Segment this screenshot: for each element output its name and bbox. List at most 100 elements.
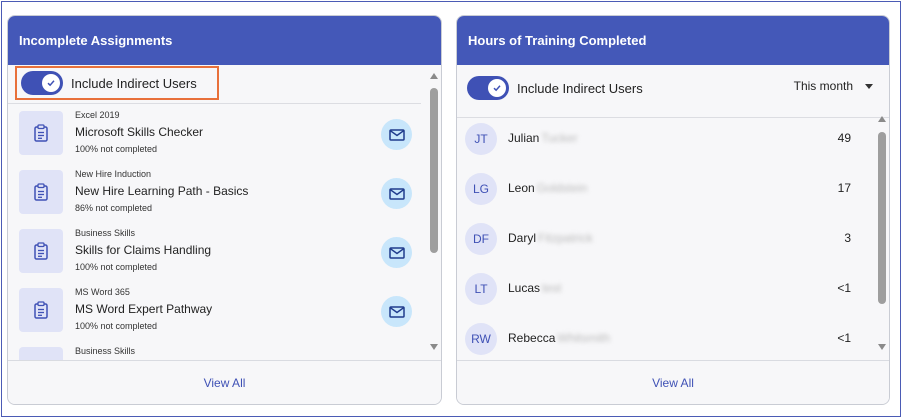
table-row[interactable]: RW Rebecca Whitsmith <1 (457, 320, 872, 365)
clipboard-icon (34, 124, 48, 142)
assignment-icon-tile (19, 347, 63, 361)
user-last-name: Goldstein (536, 181, 588, 195)
send-reminder-button[interactable] (381, 237, 412, 268)
avatar: JT (465, 123, 497, 155)
user-name: Daryl Fitzpatrick (508, 231, 593, 245)
user-name: Julian Tucker (508, 131, 578, 145)
scroll-up-arrow[interactable] (878, 116, 886, 122)
assignment-title: Microsoft Skills Checker (75, 125, 204, 139)
mail-icon (388, 128, 405, 141)
incomplete-assignments-card: Incomplete Assignments Include Indirect … (7, 15, 442, 405)
scrollbar-thumb[interactable] (878, 132, 886, 304)
assignment-list-scrollbar[interactable] (429, 73, 439, 350)
hours-value: 3 (844, 231, 851, 245)
toggle-label: Include Indirect Users (517, 80, 643, 96)
card-footer: View All (457, 360, 889, 404)
avatar: DF (465, 223, 497, 255)
assignment-icon-tile (19, 170, 63, 214)
avatar: RW (465, 323, 497, 355)
user-name: Rebecca Whitsmith (508, 331, 610, 345)
assignment-category: Excel 2019 (75, 110, 120, 120)
table-row[interactable]: LG Leon Goldstein 17 (457, 170, 872, 220)
hours-value: 49 (837, 131, 851, 145)
hours-of-training-card: Hours of Training Completed Include Indi… (456, 15, 890, 405)
hours-value: 17 (837, 181, 851, 195)
toggle-label: Include Indirect Users (71, 75, 197, 91)
mail-icon (388, 305, 405, 318)
list-item[interactable]: Excel 2019 Microsoft Skills Checker 100%… (8, 108, 420, 167)
assignment-category: MS Word 365 (75, 287, 130, 297)
send-reminder-button[interactable] (381, 119, 412, 150)
scroll-down-arrow[interactable] (878, 344, 886, 350)
assignment-title: Skills for Claims Handling (75, 243, 212, 257)
assignment-title: MS Word Expert Pathway (75, 302, 213, 316)
card-title: Hours of Training Completed (468, 33, 647, 48)
list-item[interactable]: Business Skills (8, 344, 420, 361)
assignment-status: 100% not completed (75, 321, 158, 331)
user-first-name: Lucas (508, 281, 541, 295)
mail-icon (388, 187, 405, 200)
include-indirect-users-toggle[interactable] (21, 71, 63, 95)
list-item[interactable]: MS Word 365 MS Word Expert Pathway 100% … (8, 285, 420, 344)
toggle-knob (42, 74, 60, 92)
assignment-icon-tile (19, 288, 63, 332)
table-row[interactable]: DF Daryl Fitzpatrick 3 (457, 220, 872, 270)
clipboard-icon (34, 242, 48, 260)
list-item[interactable]: Business Skills Skills for Claims Handli… (8, 226, 420, 285)
user-last-name: test (542, 281, 562, 295)
include-indirect-users-toggle-row[interactable]: Include Indirect Users (21, 71, 197, 95)
card-header: Incomplete Assignments (8, 16, 441, 65)
assignment-icon-tile (19, 229, 63, 273)
user-first-name: Leon (508, 181, 535, 195)
user-last-name: Whitsmith (557, 331, 611, 345)
avatar: LT (465, 273, 497, 305)
clipboard-icon (34, 301, 48, 319)
highlighted-toggle-box: Include Indirect Users (15, 66, 219, 100)
user-name: Leon Goldstein (508, 181, 587, 195)
scrollbar-thumb[interactable] (430, 88, 438, 253)
hours-value: <1 (837, 281, 851, 295)
assignment-icon-tile (19, 111, 63, 155)
toggle-knob (488, 79, 506, 97)
mail-icon (388, 246, 405, 259)
divider (457, 117, 889, 118)
assignment-category: Business Skills (75, 228, 136, 238)
check-icon (493, 85, 501, 92)
assignment-status: 86% not completed (75, 203, 153, 213)
caret-down-icon (865, 83, 873, 89)
assignment-title: New Hire Learning Path - Basics (75, 184, 249, 198)
card-header: Hours of Training Completed (457, 16, 889, 65)
training-list-scrollbar[interactable] (877, 116, 887, 350)
check-icon (47, 80, 55, 87)
user-name: Lucas test (508, 281, 561, 295)
user-last-name: Fitzpatrick (538, 231, 593, 245)
send-reminder-button[interactable] (381, 178, 412, 209)
list-item[interactable]: New Hire Induction New Hire Learning Pat… (8, 167, 420, 226)
period-select[interactable]: This month (794, 79, 873, 93)
avatar: LG (465, 173, 497, 205)
view-all-link[interactable]: View All (204, 376, 246, 390)
send-reminder-button[interactable] (381, 296, 412, 327)
view-all-link[interactable]: View All (652, 376, 694, 390)
period-select-value: This month (793, 79, 853, 93)
user-first-name: Daryl (508, 231, 537, 245)
assignment-list: Excel 2019 Microsoft Skills Checker 100%… (8, 108, 420, 361)
include-indirect-users-toggle-row[interactable]: Include Indirect Users (467, 76, 643, 100)
divider (8, 103, 421, 104)
training-hours-list: JT Julian Tucker 49 LG Leon Goldstein 17 D… (457, 120, 872, 365)
assignment-status: 100% not completed (75, 262, 158, 272)
table-row[interactable]: JT Julian Tucker 49 (457, 120, 872, 170)
clipboard-icon (34, 183, 48, 201)
user-first-name: Julian (508, 131, 540, 145)
assignment-status: 100% not completed (75, 144, 158, 154)
card-footer: View All (8, 360, 441, 404)
user-last-name: Tucker (541, 131, 578, 145)
table-row[interactable]: LT Lucas test <1 (457, 270, 872, 320)
scroll-up-arrow[interactable] (430, 73, 438, 79)
card-title: Incomplete Assignments (19, 33, 173, 48)
assignment-category: Business Skills (75, 346, 136, 356)
user-first-name: Rebecca (508, 331, 556, 345)
scroll-down-arrow[interactable] (430, 344, 438, 350)
include-indirect-users-toggle[interactable] (467, 76, 509, 100)
hours-value: <1 (837, 331, 851, 345)
